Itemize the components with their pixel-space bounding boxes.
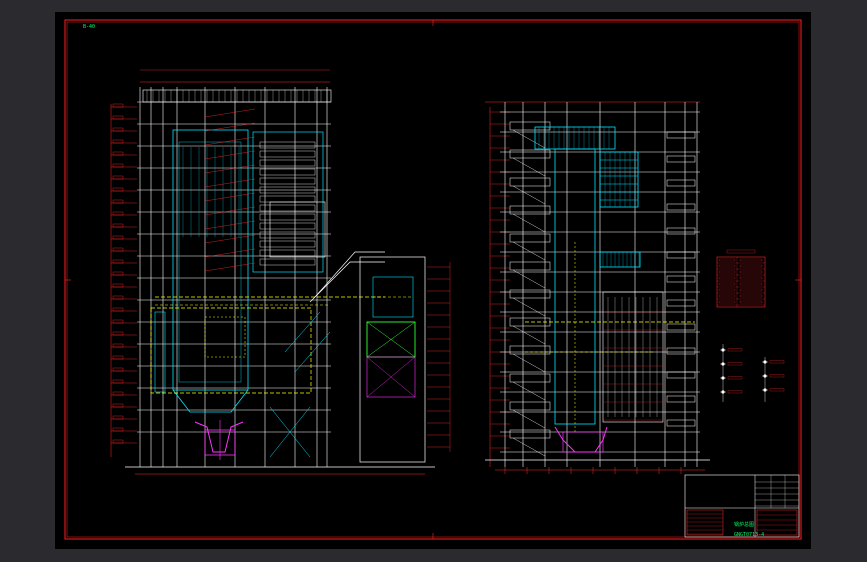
cad-viewport[interactable]: B-40 锅炉总图 GNGT0713-4 [0,0,867,562]
sheet-frame [64,19,802,540]
drawing-sheet: B-40 锅炉总图 GNGT0713-4 [55,12,811,549]
right-elevation-view [485,101,710,474]
symbol-key [720,344,785,402]
legend-table [716,249,766,308]
drawing-canvas[interactable] [55,12,811,549]
left-elevation-view [110,69,451,475]
title-block-drawing-no: GNGT0713-4 [734,532,765,538]
title-block-caption: 锅炉总图 [734,522,755,528]
sheet-code-label: B-40 [83,24,96,30]
